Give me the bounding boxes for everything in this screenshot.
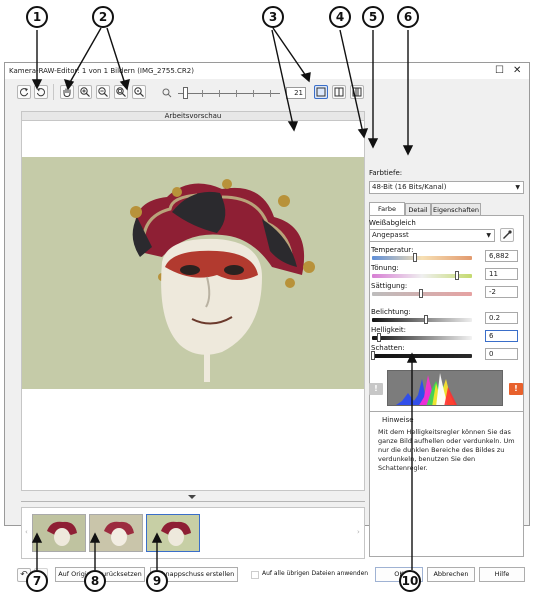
callout-5: 5 — [362, 6, 384, 28]
callout-6: 6 — [397, 6, 419, 28]
callout-7: 7 — [26, 570, 48, 592]
callout-leaders — [31, 27, 418, 570]
callout-2: 2 — [92, 6, 114, 28]
callout-1: 1 — [26, 6, 48, 28]
callout-8: 8 — [84, 570, 106, 592]
callout-4: 4 — [329, 6, 351, 28]
callout-10: 10 — [399, 570, 421, 592]
callout-3: 3 — [262, 6, 284, 28]
callout-9: 9 — [146, 570, 168, 592]
